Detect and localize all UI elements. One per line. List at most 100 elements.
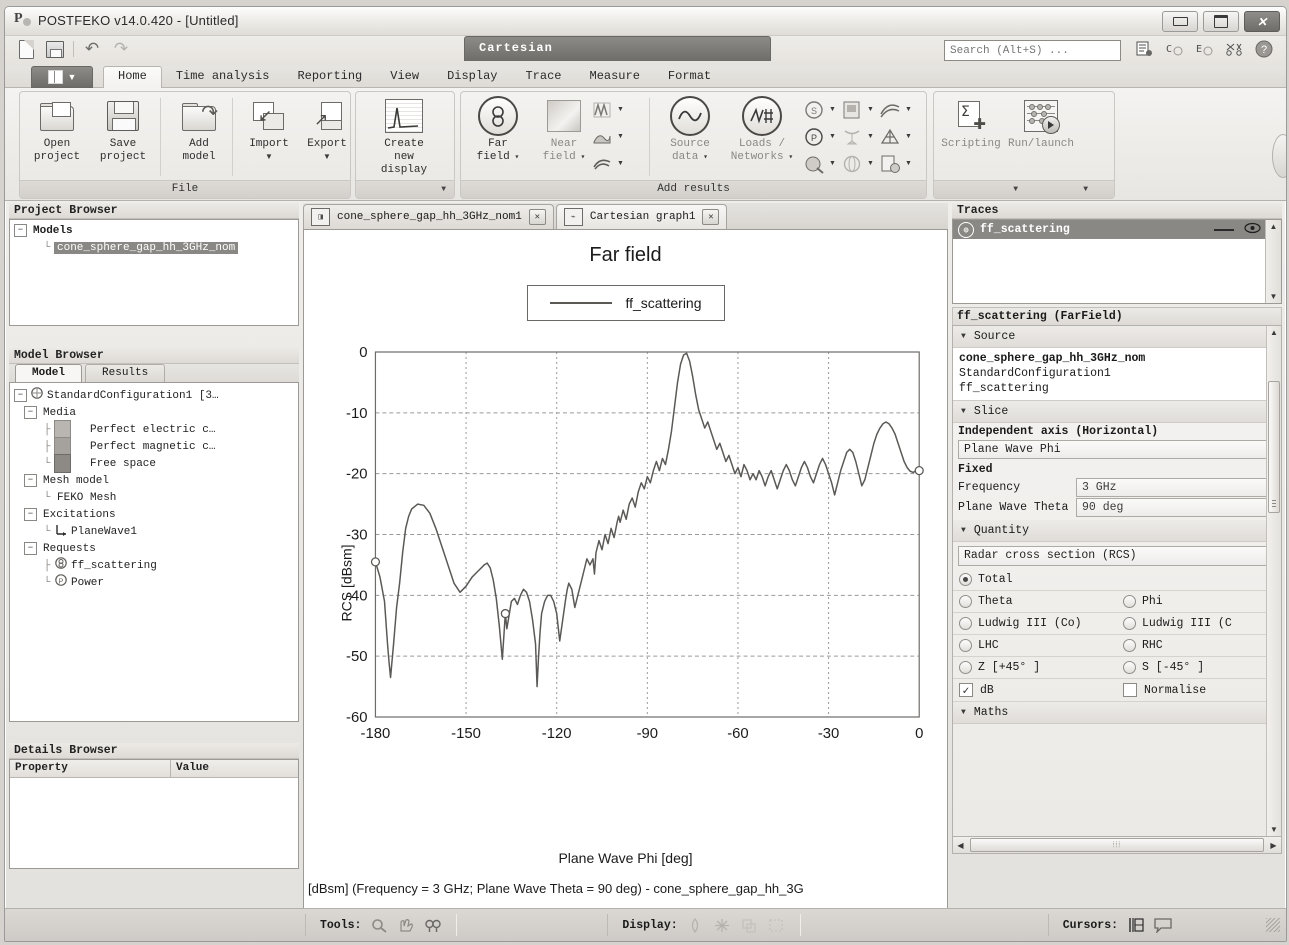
- scale-icon[interactable]: [740, 916, 759, 934]
- collapse-icon[interactable]: −: [14, 224, 27, 237]
- notes-icon[interactable]: [1134, 39, 1154, 59]
- annotation-icon[interactable]: [1153, 916, 1172, 934]
- chevron-down-icon[interactable]: ▼: [441, 181, 446, 198]
- close-icon[interactable]: ✕: [702, 209, 720, 225]
- chevron-down-icon[interactable]: ▼: [265, 152, 273, 161]
- tree-node-power[interactable]: └ P Power: [14, 574, 298, 591]
- undo-button[interactable]: ↶: [81, 38, 103, 60]
- far-field-button[interactable]: Far field ▾: [465, 96, 531, 178]
- traces-scrollbar[interactable]: ▲ ▼: [1265, 220, 1281, 303]
- radio-z-plus45[interactable]: Z [+45° ]: [953, 661, 1117, 674]
- near-field-button[interactable]: Near field ▾: [531, 96, 597, 178]
- tab-results[interactable]: Results: [85, 364, 166, 382]
- eye-icon[interactable]: [1244, 222, 1261, 237]
- create-new-display-button[interactable]: Create new display: [371, 96, 437, 178]
- source-data-button[interactable]: Source data ▾: [657, 96, 723, 178]
- quantity-select[interactable]: Radar cross section (RCS): [958, 546, 1277, 566]
- chevron-down-icon[interactable]: ▼: [829, 133, 836, 140]
- tab-format[interactable]: Format: [654, 66, 725, 87]
- chevron-down-icon[interactable]: ▼: [961, 526, 966, 535]
- sphere-icon[interactable]: [839, 152, 864, 176]
- chevron-down-icon[interactable]: ▼: [867, 106, 874, 113]
- radio-ludwig3-cross[interactable]: Ludwig III (C: [1117, 617, 1281, 630]
- scroll-right-icon[interactable]: ▶: [1266, 841, 1281, 850]
- radio-s-minus45[interactable]: S [-45° ]: [1117, 661, 1281, 674]
- line-style-icon[interactable]: [1214, 228, 1234, 231]
- search-input[interactable]: [945, 42, 1120, 59]
- save-button[interactable]: [44, 38, 66, 60]
- tree-node-model-selected[interactable]: └ cone_sphere_gap_hh_3GHz_nom: [14, 239, 298, 256]
- antenna-icon[interactable]: [839, 125, 864, 149]
- chevron-down-icon[interactable]: ▾: [510, 153, 519, 162]
- chevron-down-icon[interactable]: ▼: [829, 160, 836, 167]
- group-source[interactable]: ▼ Source: [953, 326, 1281, 348]
- power-icon[interactable]: P: [801, 125, 826, 149]
- collapse-icon[interactable]: −: [24, 406, 37, 419]
- tree-node-models[interactable]: − Models: [14, 222, 298, 239]
- scroll-up-icon[interactable]: ▲: [1270, 220, 1278, 233]
- run-launch-button[interactable]: Run/launch: [1008, 96, 1074, 178]
- currents-button[interactable]: ▼: [589, 97, 624, 122]
- tab-time-analysis[interactable]: Time analysis: [162, 66, 284, 87]
- minimize-button[interactable]: [1162, 11, 1198, 32]
- tab-home[interactable]: Home: [103, 66, 162, 89]
- chevron-down-icon[interactable]: ▼: [1013, 181, 1018, 198]
- tab-reporting[interactable]: Reporting: [283, 66, 376, 87]
- project-browser-tree[interactable]: − Models └ cone_sphere_gap_hh_3GHz_nom: [9, 219, 299, 326]
- ray-button[interactable]: ▼: [589, 151, 624, 176]
- chevron-down-icon[interactable]: ▼: [961, 332, 966, 341]
- document-tab-model[interactable]: ◨ cone_sphere_gap_hh_3GHz_nom1 ✕: [303, 204, 554, 229]
- collapse-icon[interactable]: −: [24, 474, 37, 487]
- export-button[interactable]: ↗ Export ▼: [294, 96, 360, 178]
- radio-rhc[interactable]: RHC: [1117, 639, 1281, 652]
- tree-node-mesh-model[interactable]: − Mesh model: [14, 472, 298, 489]
- tab-view[interactable]: View: [376, 66, 433, 87]
- details-browser-table[interactable]: Property Value: [9, 759, 299, 869]
- close-icon[interactable]: ✕: [528, 209, 546, 225]
- move-icon[interactable]: [713, 916, 732, 934]
- search-box[interactable]: [944, 40, 1121, 61]
- cartesian-chart[interactable]: Far field ff_scattering RCS [dBsm] 0 -10-…: [303, 229, 948, 909]
- help-icon[interactable]: ?: [1254, 39, 1274, 59]
- pan-icon[interactable]: [396, 916, 415, 934]
- new-document-button[interactable]: [15, 38, 37, 60]
- scroll-down-icon[interactable]: ▼: [1270, 290, 1278, 303]
- chevron-down-icon[interactable]: ▼: [617, 133, 624, 140]
- editfeko-icon[interactable]: E: [1194, 39, 1214, 59]
- scroll-up-icon[interactable]: ▲: [1267, 326, 1281, 339]
- chevron-down-icon[interactable]: ▼: [617, 106, 624, 113]
- ribbon-overflow-button[interactable]: [1272, 134, 1286, 178]
- scroll-down-icon[interactable]: ▼: [1267, 823, 1281, 836]
- chevron-down-icon[interactable]: ▼: [829, 106, 836, 113]
- find-icon[interactable]: [423, 916, 442, 934]
- import-button[interactable]: ↙ Import ▼: [236, 96, 302, 178]
- chevron-down-icon[interactable]: ▼: [867, 160, 874, 167]
- radio-ludwig3-co[interactable]: Ludwig III (Co): [953, 617, 1117, 630]
- radio-total[interactable]: Total: [953, 573, 1281, 586]
- scripting-button[interactable]: Σ ✚ Scripting: [938, 96, 1004, 178]
- chevron-down-icon[interactable]: ▼: [867, 133, 874, 140]
- independent-axis-select[interactable]: Plane Wave Phi: [958, 440, 1277, 459]
- rotate-icon[interactable]: [686, 916, 705, 934]
- chevron-down-icon[interactable]: ▾: [784, 153, 793, 162]
- chevron-down-icon[interactable]: ▼: [961, 407, 966, 416]
- application-menu-button[interactable]: ▼: [31, 66, 93, 88]
- plane-wave-theta-value[interactable]: 90 deg: [1076, 497, 1275, 517]
- chevron-down-icon[interactable]: ▾: [576, 153, 585, 162]
- tree-node-media[interactable]: − Media: [14, 404, 298, 421]
- tree-node-free-space[interactable]: └ Free space: [14, 454, 298, 473]
- model-browser-tree[interactable]: − StandardConfiguration1 [3… − Media ├ P…: [9, 383, 299, 722]
- collapse-icon[interactable]: −: [24, 508, 37, 521]
- tree-node-requests[interactable]: − Requests: [14, 540, 298, 557]
- radio-theta[interactable]: Theta: [953, 595, 1117, 608]
- collapse-icon[interactable]: −: [24, 542, 37, 555]
- chevron-down-icon[interactable]: ▼: [1083, 181, 1088, 198]
- chevron-down-icon[interactable]: ▼: [905, 133, 912, 140]
- frequency-value[interactable]: 3 GHz: [1076, 477, 1275, 497]
- add-model-button[interactable]: ↷ Add model: [166, 96, 232, 178]
- scrollbar-thumb-horizontal[interactable]: ⦙⦙⦙: [970, 838, 1264, 852]
- group-quantity[interactable]: ▼ Quantity: [953, 520, 1281, 542]
- tab-display[interactable]: Display: [433, 66, 511, 87]
- tree-node-ff-scattering[interactable]: ├ ff_scattering: [14, 557, 298, 574]
- mesh-icon[interactable]: [877, 125, 902, 149]
